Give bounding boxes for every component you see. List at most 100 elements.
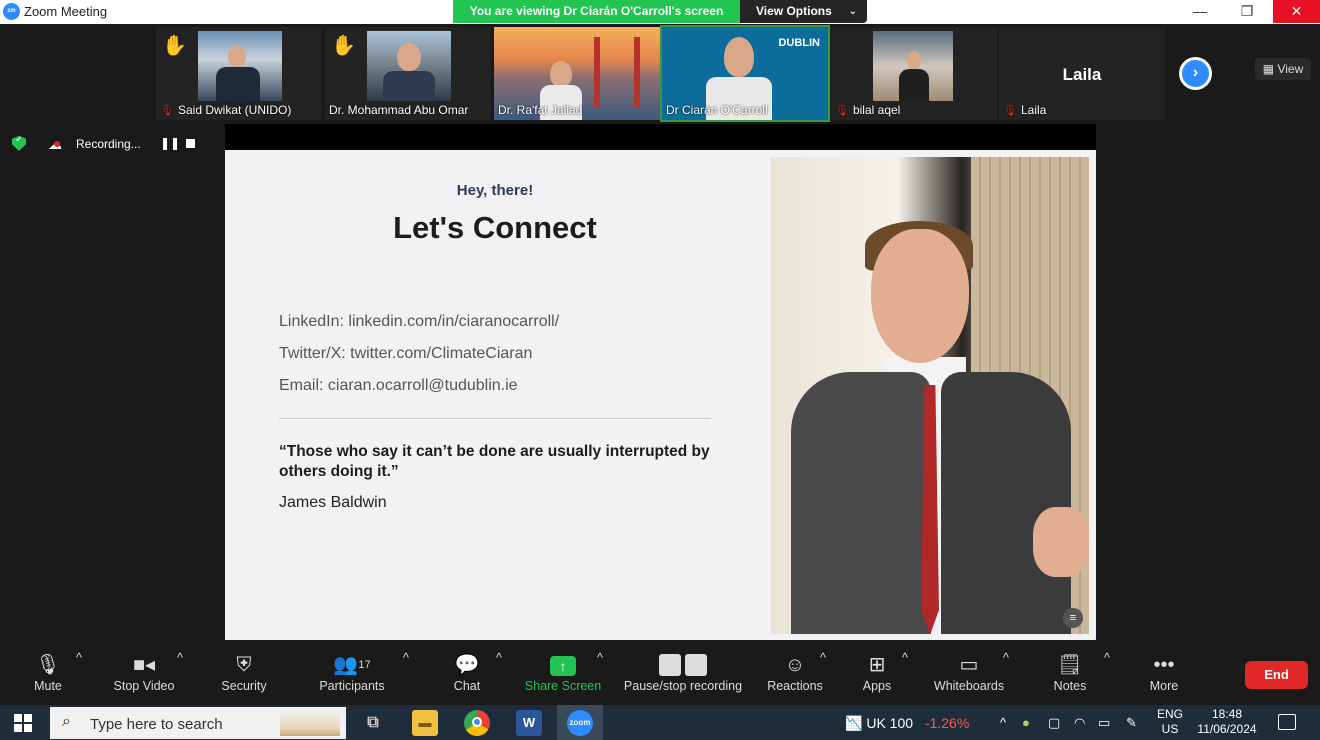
end-meeting-button[interactable]: End [1245,661,1308,689]
chat-button[interactable]: 💬 Chat [450,651,484,693]
participants-button[interactable]: 👥17 Participants [316,651,388,693]
language-indicator[interactable]: ENG US [1157,707,1183,737]
stock-ticker[interactable]: 📉 UK 100 -1.26% [845,715,969,732]
taskbar-search[interactable]: ⌕ Type here to search [50,707,346,739]
participant-name: Laila [1020,103,1047,117]
pause-stop-recording-button[interactable]: Pause/stop recording [620,651,746,693]
participants-count: 17 [358,659,371,671]
participant-video [873,31,953,101]
participant-name: Said Dwikat (UNIDO) [177,103,292,117]
participant-strip: ✋ 🎙 Said Dwikat (UNIDO) ✋ Dr. Mohammad Ab… [0,24,1320,124]
participant-tile[interactable]: ✋ Dr. Mohammad Abu Omar [325,27,491,120]
participant-tile[interactable]: Dr. Ra'fat Jallad [494,27,660,120]
reactions-options-caret[interactable]: ^ [820,651,826,665]
video-options-caret[interactable]: ^ [177,651,183,665]
more-button[interactable]: ••• More [1146,651,1182,693]
apps-button[interactable]: ⊞ Apps [860,651,894,693]
twitter-text: Twitter/X: twitter.com/ClimateCiaran [279,345,533,362]
participant-tile[interactable]: 🎙 bilal aqel [831,27,997,120]
notes-options-caret[interactable]: ^ [1104,651,1110,665]
meeting-toolbar: 🎙 Mute ^ ■◂ Stop Video ^ ⛨ Security 👥17 … [0,645,1320,705]
language-code: ENG [1157,707,1184,721]
notification-icon[interactable] [1278,714,1296,730]
search-highlight-image [280,710,340,736]
participant-tile[interactable]: Laila 🎙 Laila [999,27,1165,120]
mic-muted-icon: 🎙 [835,105,849,117]
reactions-button[interactable]: ☺ Reactions [764,651,826,693]
chrome-icon[interactable] [464,710,490,736]
slide-headline: Let's Connect [393,210,597,245]
chat-options-caret[interactable]: ^ [496,651,502,665]
zoom-app-icon[interactable]: zoom [567,710,593,736]
ticker-name: UK 100 [866,715,914,731]
whiteboards-options-caret[interactable]: ^ [1003,651,1009,665]
stop-icon [685,654,707,676]
participants-options-caret[interactable]: ^ [403,651,409,665]
file-explorer-icon[interactable]: ▬ [412,710,438,736]
slide-quote: “Those who say it can’t be done are usua… [279,443,710,480]
slide-divider [279,418,711,419]
ticker-change: -1.26% [924,715,970,731]
participant-name: bilal aqel [852,103,901,117]
share-banner: You are viewing Dr Ciarán O'Carroll's sc… [453,0,740,23]
email-text: Email: ciaran.ocarroll@tudublin.ie [279,377,518,394]
recording-bar: ☁ Recording... ❚❚ [8,134,208,154]
mic-muted-icon: 🎙 [1003,105,1017,117]
next-page-button[interactable]: › [1179,57,1212,90]
whiteboards-button[interactable]: ▭ Whiteboards [930,651,1008,693]
stop-recording-icon[interactable] [186,139,195,148]
participant-tile[interactable]: ✋ 🎙 Said Dwikat (UNIDO) [156,27,322,120]
wifi-icon[interactable]: ◠ [1074,715,1085,731]
view-layout-button[interactable]: ▦ View [1255,58,1311,80]
word-icon[interactable]: W [516,710,542,736]
view-options-label: View Options [756,4,832,18]
close-button[interactable]: ✕ [1273,0,1320,23]
security-label: Security [221,679,267,693]
tray-app-icon[interactable]: ● [1022,715,1030,730]
mic-muted-icon: 🎙 [160,105,174,117]
share-screen-button[interactable]: ↑ Share Screen [524,651,602,693]
view-options-button[interactable]: View Options ⌄ [740,0,867,23]
tray-expand-icon[interactable]: ^ [1000,715,1006,730]
chevron-down-icon: ⌄ [848,6,857,17]
security-button[interactable]: ⛨ Security [218,651,270,693]
stop-video-button[interactable]: ■◂ Stop Video [108,651,180,693]
pause-recording-icon[interactable]: ❚❚ [160,136,180,150]
shared-screen-header [225,124,1096,151]
participant-name: Dr. Ra'fat Jallad [498,103,583,117]
shield-icon[interactable] [12,136,26,151]
apps-label: Apps [862,679,892,693]
notes-icon: 🗒 [1057,654,1083,676]
windows-taskbar: ⌕ Type here to search ⧉ ▬ W zoom 📉 UK 10… [0,705,1320,740]
chevron-right-icon: › [1182,60,1209,87]
apps-options-caret[interactable]: ^ [902,651,908,665]
search-placeholder: Type here to search [90,716,223,733]
grid-icon: ▦ [1262,62,1275,76]
recording-dot-icon [54,141,60,147]
pen-icon[interactable]: ✎ [1126,715,1137,731]
linkedin-text: LinkedIn: linkedin.com/in/ciaranocarroll… [279,313,560,330]
minimize-button[interactable]: — [1177,0,1223,23]
battery-icon[interactable]: ▭ [1098,715,1110,731]
chat-icon: 💬 [454,654,480,676]
participants-label: Participants [319,679,385,693]
mute-button[interactable]: 🎙 Mute [28,651,68,693]
menu-icon[interactable]: ≡ [1063,608,1083,628]
apps-icon: ⊞ [868,654,886,676]
clock-date: 11/06/2024 [1197,722,1257,736]
meet-now-icon[interactable]: ▢ [1048,715,1060,731]
shared-slide: Hey, there! Let's Connect LinkedIn: link… [225,150,1096,640]
restore-button[interactable]: ❐ [1224,0,1270,23]
participant-name: Dr Ciarán O'Carroll [666,103,768,117]
system-clock[interactable]: 18:48 11/06/2024 [1193,707,1261,737]
microphone-icon: 🎙 [35,654,61,676]
share-options-caret[interactable]: ^ [597,651,603,665]
chat-label: Chat [453,679,481,693]
participant-tile-active[interactable]: DUBLIN Dr Ciarán O'Carroll [660,25,830,122]
mute-options-caret[interactable]: ^ [76,651,82,665]
notes-button[interactable]: 🗒 Notes [1050,651,1090,693]
participant-video [198,31,282,101]
task-view-icon[interactable]: ⧉ [360,710,386,736]
windows-start-icon[interactable] [14,714,32,732]
keyboard-region: US [1161,722,1179,736]
